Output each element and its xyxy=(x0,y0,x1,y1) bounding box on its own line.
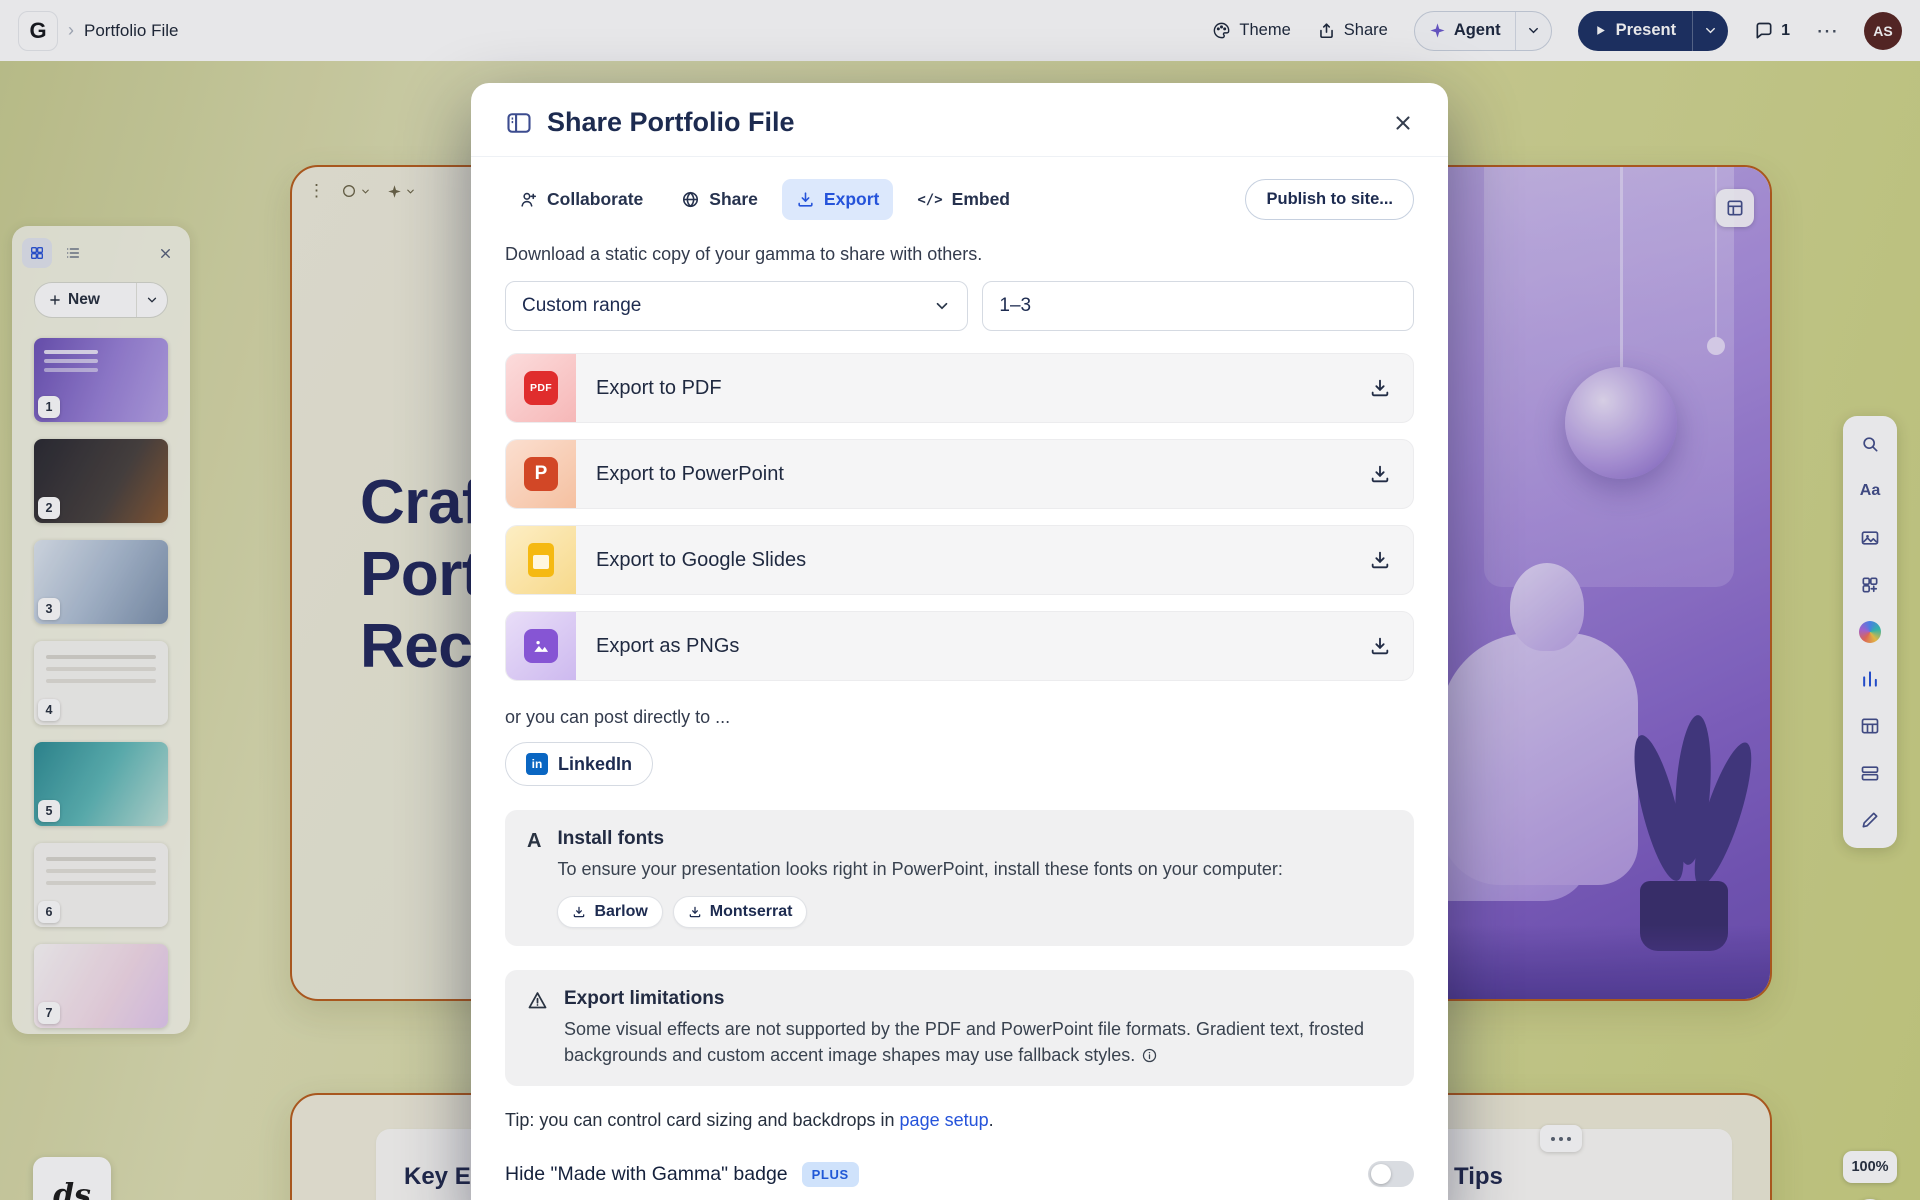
tab-label: Share xyxy=(709,189,758,210)
tab-export[interactable]: Export xyxy=(782,179,893,220)
app-screen: G › Portfolio File Theme Share xyxy=(0,0,1920,1200)
hide-badge-row: Hide "Made with Gamma" badge PLUS xyxy=(471,1131,1448,1187)
image-file-icon xyxy=(506,611,576,681)
linkedin-icon: in xyxy=(526,753,548,775)
export-limitations-body: Some visual effects are not supported by… xyxy=(564,1016,1392,1068)
hide-badge-label: Hide "Made with Gamma" badge xyxy=(505,1163,788,1186)
download-icon xyxy=(688,905,702,919)
tab-label: Collaborate xyxy=(547,189,643,210)
publish-to-site-button[interactable]: Publish to site... xyxy=(1245,179,1414,220)
download-icon xyxy=(796,190,815,209)
chevron-down-icon xyxy=(933,297,951,315)
download-icon[interactable] xyxy=(1369,635,1391,657)
export-powerpoint-row[interactable]: P Export to PowerPoint xyxy=(505,439,1414,509)
export-option-label: Export to Google Slides xyxy=(596,549,806,572)
export-limitations-box: Export limitations Some visual effects a… xyxy=(505,970,1414,1086)
export-pdf-row[interactable]: PDF Export to PDF xyxy=(505,353,1414,423)
font-name: Montserrat xyxy=(710,903,793,921)
tab-label: Embed xyxy=(952,189,1010,210)
linkedin-label: LinkedIn xyxy=(558,754,632,775)
font-name: Barlow xyxy=(594,903,647,921)
install-fonts-body: To ensure your presentation looks right … xyxy=(557,856,1282,882)
export-description: Download a static copy of your gamma to … xyxy=(471,220,1448,265)
export-option-label: Export to PDF xyxy=(596,377,722,400)
download-icon[interactable] xyxy=(1369,463,1391,485)
tab-label: Export xyxy=(824,189,879,210)
globe-icon xyxy=(681,190,700,209)
range-dropdown-value: Custom range xyxy=(522,295,641,317)
font-download-buttons: Barlow Montserrat xyxy=(557,896,1282,928)
warning-icon xyxy=(527,988,548,1068)
range-dropdown[interactable]: Custom range xyxy=(505,281,968,331)
export-option-label: Export as PNGs xyxy=(596,635,739,658)
download-barlow-button[interactable]: Barlow xyxy=(557,896,662,928)
export-limitations-content: Export limitations Some visual effects a… xyxy=(564,988,1392,1068)
export-options-list: PDF Export to PDF P Export to PowerPoint… xyxy=(471,331,1448,681)
export-option-label: Export to PowerPoint xyxy=(596,463,784,486)
export-limitations-title: Export limitations xyxy=(564,988,1392,1010)
plus-badge: PLUS xyxy=(802,1162,859,1187)
tip-text: Tip: you can control card sizing and bac… xyxy=(471,1086,1448,1131)
modal-tabs: Collaborate Share Export </> Embed Publi… xyxy=(471,157,1448,220)
export-google-slides-row[interactable]: Export to Google Slides xyxy=(505,525,1414,595)
range-controls: Custom range xyxy=(471,265,1448,331)
powerpoint-icon: P xyxy=(506,439,576,509)
download-icon xyxy=(572,905,586,919)
install-fonts-content: Install fonts To ensure your presentatio… xyxy=(557,828,1282,928)
range-input[interactable] xyxy=(982,281,1414,331)
info-icon[interactable] xyxy=(1141,1047,1158,1064)
share-modal: Share Portfolio File Collaborate Share xyxy=(471,83,1448,1200)
deck-icon xyxy=(505,109,533,137)
modal-title: Share Portfolio File xyxy=(547,107,1378,138)
google-slides-icon xyxy=(506,525,576,595)
tab-embed[interactable]: </> Embed xyxy=(903,179,1024,220)
pdf-icon: PDF xyxy=(506,353,576,423)
tab-collaborate[interactable]: Collaborate xyxy=(505,179,657,220)
linkedin-button[interactable]: in LinkedIn xyxy=(505,742,653,786)
fonts-icon: A xyxy=(527,828,541,928)
download-montserrat-button[interactable]: Montserrat xyxy=(673,896,808,928)
export-png-row[interactable]: Export as PNGs xyxy=(505,611,1414,681)
download-icon[interactable] xyxy=(1369,377,1391,399)
modal-header: Share Portfolio File xyxy=(471,83,1448,156)
download-icon[interactable] xyxy=(1369,549,1391,571)
code-icon: </> xyxy=(917,192,942,208)
close-icon[interactable] xyxy=(1392,112,1414,134)
collaborate-icon xyxy=(519,190,538,209)
page-setup-link[interactable]: page setup xyxy=(900,1110,989,1130)
tab-share[interactable]: Share xyxy=(667,179,772,220)
hide-badge-toggle[interactable] xyxy=(1368,1161,1414,1187)
toggle-knob xyxy=(1371,1164,1391,1184)
install-fonts-title: Install fonts xyxy=(557,828,1282,850)
post-directly-text: or you can post directly to ... xyxy=(471,681,1448,728)
install-fonts-box: A Install fonts To ensure your presentat… xyxy=(505,810,1414,946)
